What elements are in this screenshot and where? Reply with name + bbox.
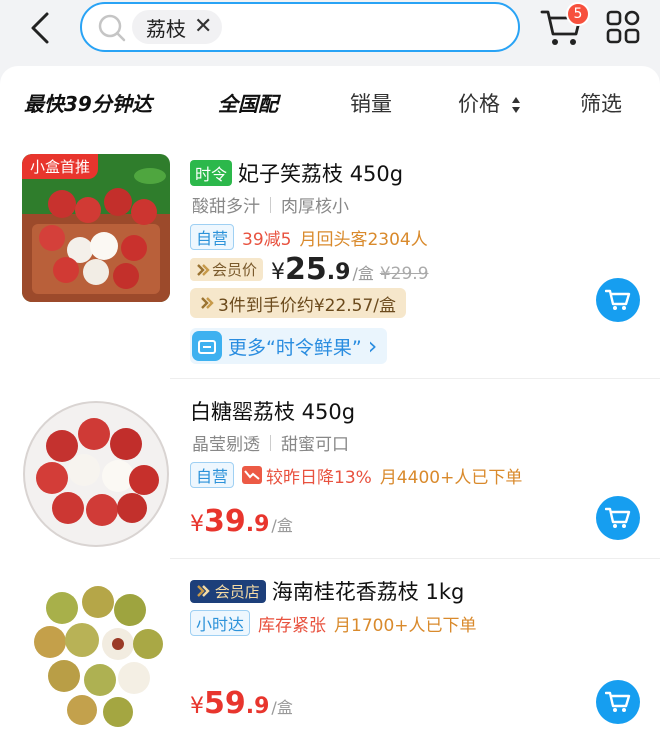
chevron-right-icon: › [367,332,378,360]
price-row: ¥ 59 .9 /盒 [190,686,293,721]
tags-row: 小时达 库存紧张 月1700+人已下单 [190,610,477,636]
search-icon [98,14,126,42]
price-unit: /盒 [352,264,374,283]
sort-fastest-delivery[interactable]: 最快39分钟达 [24,88,152,117]
self-operated-tag: 自营 [190,462,235,488]
category-grid-icon[interactable] [606,10,640,44]
repeat-buyers: 月回头客2304人 [299,229,428,250]
divider [270,196,271,213]
image-tag: 小盒首推 [22,154,99,179]
price-integer: 25 [285,252,327,287]
chevron-left-icon [31,12,49,44]
add-to-cart-button[interactable] [596,680,640,724]
product-desc: 晶莹剔透 甜蜜可口 [192,430,349,455]
title-row: 会员店 海南桂花香荔枝 1kg [190,576,464,606]
lychee-image [23,401,169,547]
sort-nationwide[interactable]: 全国配 [218,88,278,117]
more-seasonal-link[interactable]: 更多“时令鲜果” › [190,328,388,364]
desc-item: 甜蜜可口 [281,435,349,455]
sort-sales[interactable]: 销量 [350,88,392,118]
member-logo-icon [197,263,210,276]
results-panel: 最快39分钟达 全国配 销量 价格 筛选 小盒首推 时令 妃子笑荔枝 450g … [0,66,660,734]
price-currency: ¥ [190,694,204,719]
row-divider [170,558,660,559]
cart-count-badge: 5 [566,2,590,26]
sort-bar: 最快39分钟达 全国配 销量 价格 筛选 [0,66,660,138]
price-integer: 39 [204,504,246,539]
search-keyword-text: 荔枝 [146,16,186,41]
stock-status: 库存紧张 [258,615,327,636]
back-button[interactable] [20,8,60,48]
search-keyword-chip[interactable]: 荔枝 ✕ [132,10,223,44]
sort-price-label: 价格 [458,92,500,116]
member-price-label: 会员价 [212,261,258,279]
product-card[interactable]: 小盒首推 时令 妃子笑荔枝 450g 酸甜多汁 肉厚核小 自营 39减5 月回头… [0,154,660,374]
divider [270,434,271,451]
tags-row: 自营 较昨日降13% 月4400+人已下单 [190,462,522,488]
price-decimal: .9 [245,694,270,719]
row-divider [170,378,660,379]
product-title[interactable]: 妃子笑荔枝 450g [238,158,403,188]
price-decimal: .9 [326,260,351,285]
price-currency: ¥ [190,512,204,537]
cart-icon [605,289,631,310]
trend-down-icon [242,466,263,484]
product-desc: 酸甜多汁 肉厚核小 [192,192,349,217]
price-unit: /盒 [271,516,293,535]
member-store-text: 会员店 [214,582,260,601]
sort-filter[interactable]: 筛选 [580,88,622,118]
add-to-cart-button[interactable] [596,496,640,540]
cart-icon [605,691,631,712]
price-decimal: .9 [245,512,270,537]
member-logo-icon [197,584,210,597]
store-icon [192,331,222,361]
product-image[interactable]: 小盒首推 [22,154,170,302]
lychee-image [22,584,170,732]
price-drop-tag: 较昨日降13% [242,463,372,488]
product-title[interactable]: 海南桂花香荔枝 1kg [272,576,465,606]
close-icon[interactable]: ✕ [194,16,212,38]
add-to-cart-button[interactable] [596,278,640,322]
bundle-price-tag: 3件到手价约¥22.57/盒 [190,288,407,318]
desc-item: 晶莹剔透 [192,435,260,455]
price-row: ¥ 39 .9 /盒 [190,504,293,539]
title-row: 时令 妃子笑荔枝 450g [190,158,403,188]
price-currency: ¥ [271,260,286,285]
self-operated-tag: 自营 [190,224,235,250]
sort-price[interactable]: 价格 [458,88,521,118]
title-row: 白糖罂荔枝 450g [190,396,355,426]
price-unit: /盒 [271,698,293,717]
product-title[interactable]: 白糖罂荔枝 450g [190,396,355,426]
product-image[interactable] [22,584,170,732]
more-link-text: 更多“时令鲜果” [228,336,362,359]
desc-item: 酸甜多汁 [192,197,260,217]
product-card[interactable]: 白糖罂荔枝 450g 晶莹剔透 甜蜜可口 自营 较昨日降13% 月4400+人已… [0,396,660,556]
tags-row: 自营 39减5 月回头客2304人 [190,224,428,250]
member-logo-icon [201,297,214,309]
price-row: 会员价 ¥ 25 .9 /盒 ¥29.9 [190,252,429,287]
monthly-orders: 月1700+人已下单 [334,615,477,636]
top-bar: 荔枝 ✕ 5 [0,0,660,60]
promo-tag: 39减5 [242,229,292,250]
product-card[interactable]: 会员店 海南桂花香荔枝 1kg 小时达 库存紧张 月1700+人已下单 ¥ 59… [0,576,660,734]
original-price: ¥29.9 [379,264,429,284]
bundle-price-text: 3件到手价约¥22.57/盒 [218,295,397,316]
price-drop-text: 较昨日降13% [266,467,372,488]
price-integer: 59 [204,686,246,721]
desc-item: 肉厚核小 [281,197,349,217]
monthly-orders: 月4400+人已下单 [379,467,523,488]
seasonal-badge: 时令 [190,160,233,186]
sort-arrows-icon [511,97,520,113]
cart-icon [605,507,631,528]
member-store-badge: 会员店 [190,579,266,603]
product-image[interactable] [22,400,170,548]
member-price-tag: 会员价 [190,258,264,281]
hourly-delivery-tag: 小时达 [190,610,251,636]
